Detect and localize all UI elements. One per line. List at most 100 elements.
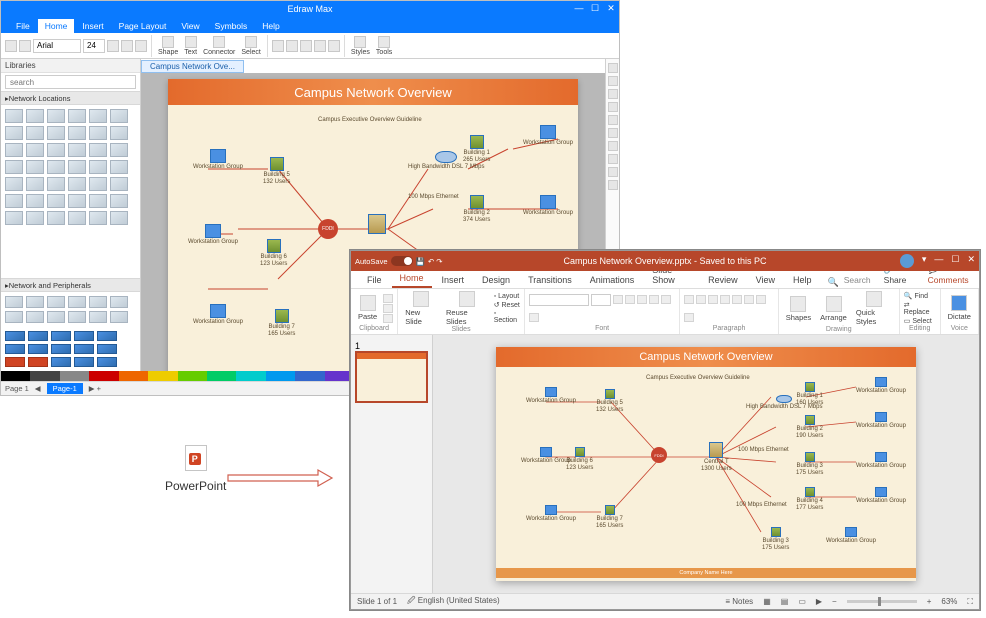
strike-icon[interactable] bbox=[649, 295, 659, 304]
shape-item[interactable] bbox=[97, 357, 117, 367]
workstation-icon[interactable] bbox=[875, 487, 887, 497]
shape-item[interactable] bbox=[74, 344, 94, 354]
font-size-input[interactable] bbox=[591, 294, 611, 306]
close-icon[interactable]: ✕ bbox=[606, 3, 616, 14]
layout-button[interactable]: ▫ Layout bbox=[494, 293, 520, 300]
tool-icon[interactable] bbox=[608, 102, 618, 112]
font-name-input[interactable] bbox=[529, 294, 589, 306]
building-icon[interactable] bbox=[275, 309, 289, 323]
building-icon[interactable] bbox=[805, 452, 815, 462]
reuse-slides-button[interactable]: Reuse Slides bbox=[443, 291, 491, 326]
shape-item[interactable] bbox=[89, 311, 107, 323]
shape-item[interactable] bbox=[110, 296, 128, 308]
page-tab[interactable]: Page-1 bbox=[47, 383, 83, 394]
align-right-icon[interactable] bbox=[744, 295, 754, 304]
shape-item[interactable] bbox=[5, 357, 25, 367]
quick-styles-button[interactable]: Quick Styles bbox=[853, 291, 895, 326]
tool-icon[interactable] bbox=[608, 154, 618, 164]
view-reading-icon[interactable]: ▭ bbox=[798, 597, 806, 606]
columns-icon[interactable] bbox=[684, 313, 694, 322]
workstation-icon[interactable] bbox=[540, 125, 556, 139]
server-icon[interactable] bbox=[709, 442, 723, 458]
copy-icon[interactable] bbox=[19, 40, 31, 52]
shape-item[interactable] bbox=[68, 296, 86, 308]
tab-home[interactable]: Home bbox=[392, 270, 432, 288]
rotate-icon[interactable] bbox=[300, 40, 312, 52]
building-icon[interactable] bbox=[470, 135, 484, 149]
group-icon[interactable] bbox=[286, 40, 298, 52]
cut-icon[interactable] bbox=[5, 40, 17, 52]
max-icon[interactable]: ☐ bbox=[951, 254, 959, 268]
shape-item[interactable] bbox=[26, 194, 44, 208]
shape-item[interactable] bbox=[89, 160, 107, 174]
shape-item[interactable] bbox=[47, 194, 65, 208]
shape-item[interactable] bbox=[5, 160, 23, 174]
shape-item[interactable] bbox=[47, 109, 65, 123]
tab-animations[interactable]: Animations bbox=[582, 272, 643, 288]
autosave-toggle[interactable]: AutoSave💾↶ ↷ bbox=[355, 256, 443, 266]
shape-item[interactable] bbox=[28, 344, 48, 354]
building-icon[interactable] bbox=[605, 505, 615, 515]
cloud-icon[interactable] bbox=[776, 395, 792, 403]
tool-icon[interactable] bbox=[608, 115, 618, 125]
building-icon[interactable] bbox=[605, 389, 615, 399]
shape-item[interactable] bbox=[68, 126, 86, 140]
shape-item[interactable] bbox=[68, 311, 86, 323]
distribute-icon[interactable] bbox=[328, 40, 340, 52]
indent-icon[interactable] bbox=[708, 295, 718, 304]
slide-stage[interactable]: Campus Network Overview Campus Executive… bbox=[433, 335, 979, 593]
building-icon[interactable] bbox=[267, 239, 281, 253]
shape-item[interactable] bbox=[89, 109, 107, 123]
shape-item[interactable] bbox=[26, 109, 44, 123]
shape-item[interactable] bbox=[28, 357, 48, 367]
shape-item[interactable] bbox=[68, 211, 86, 225]
building-icon[interactable] bbox=[470, 195, 484, 209]
min-icon[interactable]: — bbox=[934, 254, 943, 268]
tab-help[interactable]: Help bbox=[255, 19, 286, 33]
find-button[interactable]: 🔍 Find bbox=[904, 292, 936, 300]
shape-item[interactable] bbox=[89, 194, 107, 208]
reset-button[interactable]: ↺ Reset bbox=[494, 301, 520, 309]
shape-item[interactable] bbox=[68, 109, 86, 123]
shape-item[interactable] bbox=[74, 357, 94, 367]
tool-icon[interactable] bbox=[608, 76, 618, 86]
shape-item[interactable] bbox=[68, 143, 86, 157]
workstation-icon[interactable] bbox=[875, 412, 887, 422]
zoom-slider[interactable] bbox=[847, 600, 917, 603]
shape-item[interactable] bbox=[47, 160, 65, 174]
tab-file[interactable]: File bbox=[359, 272, 390, 288]
justify-icon[interactable] bbox=[756, 295, 766, 304]
tab-symbols[interactable]: Symbols bbox=[208, 19, 255, 33]
building-icon[interactable] bbox=[805, 415, 815, 425]
shape-button[interactable]: Shape bbox=[156, 36, 180, 56]
close-icon[interactable]: ✕ bbox=[967, 254, 975, 268]
shape-item[interactable] bbox=[51, 357, 71, 367]
font-size-input[interactable] bbox=[83, 39, 105, 53]
shape-item[interactable] bbox=[5, 109, 23, 123]
shape-item[interactable] bbox=[110, 311, 128, 323]
search-label[interactable]: Search bbox=[841, 272, 874, 288]
italic-icon[interactable] bbox=[625, 295, 635, 304]
tab-home[interactable]: Home bbox=[38, 19, 75, 33]
category-network-locations[interactable]: ▸ Network Locations bbox=[1, 91, 140, 105]
shape-item[interactable] bbox=[28, 331, 48, 341]
shape-item[interactable] bbox=[89, 211, 107, 225]
tools-button[interactable]: Tools bbox=[374, 36, 394, 56]
shape-item[interactable] bbox=[5, 143, 23, 157]
bold-icon[interactable] bbox=[107, 40, 119, 52]
doc-tab[interactable]: Campus Network Ove... bbox=[141, 60, 244, 73]
user-avatar-icon[interactable] bbox=[900, 254, 914, 268]
shape-item[interactable] bbox=[110, 160, 128, 174]
shape-item[interactable] bbox=[26, 211, 44, 225]
arrange-button[interactable]: Arrange bbox=[817, 296, 850, 322]
server-icon[interactable] bbox=[368, 214, 386, 234]
shape-item[interactable] bbox=[89, 177, 107, 191]
shape-item[interactable] bbox=[5, 177, 23, 191]
shape-item[interactable] bbox=[47, 177, 65, 191]
workstation-icon[interactable] bbox=[540, 447, 552, 457]
shadow-icon[interactable] bbox=[661, 295, 671, 304]
shape-item[interactable] bbox=[110, 126, 128, 140]
dictate-button[interactable]: Dictate bbox=[945, 295, 974, 321]
workstation-icon[interactable] bbox=[875, 377, 887, 387]
zoom-value[interactable]: 63% bbox=[941, 597, 957, 606]
